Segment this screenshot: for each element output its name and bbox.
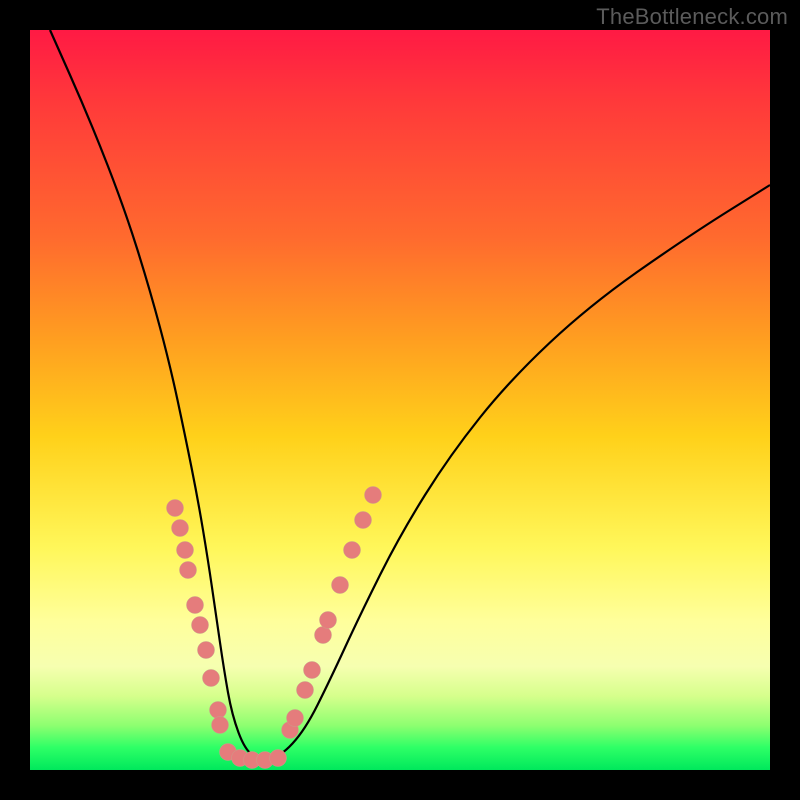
marker-dot [180, 562, 197, 579]
marker-dot [344, 542, 361, 559]
marker-dot [332, 577, 349, 594]
marker-dot [167, 500, 184, 517]
marker-dot [297, 682, 314, 699]
plot-area [30, 30, 770, 770]
marker-dot [187, 597, 204, 614]
marker-dot [287, 710, 304, 727]
marker-dot [172, 520, 189, 537]
marker-dot [192, 617, 209, 634]
marker-dot [320, 612, 337, 629]
marker-dot [210, 702, 227, 719]
bottleneck-curve [50, 30, 770, 759]
marker-dot [270, 750, 287, 767]
watermark-text: TheBottleneck.com [596, 4, 788, 30]
marker-dot [198, 642, 215, 659]
marker-dot [304, 662, 321, 679]
chart-svg [30, 30, 770, 770]
marker-dot [212, 717, 229, 734]
marker-dot [315, 627, 332, 644]
marker-dot [177, 542, 194, 559]
marker-dot [203, 670, 220, 687]
outer-frame: TheBottleneck.com [0, 0, 800, 800]
marker-dots [167, 487, 382, 769]
marker-dot [365, 487, 382, 504]
marker-dot [355, 512, 372, 529]
